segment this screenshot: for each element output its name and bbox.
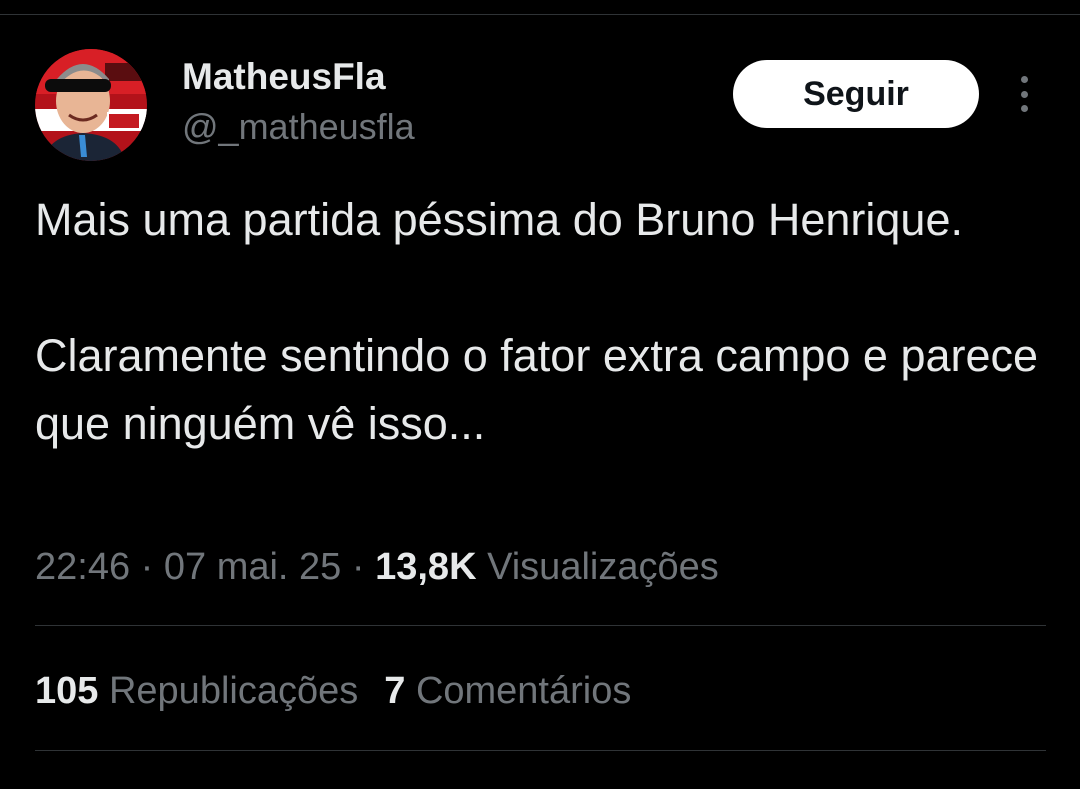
reposts-count: 105 xyxy=(35,670,99,712)
tweet-meta: 22:46 · 07 mai. 25 · 13,8K Visualizações xyxy=(35,543,719,591)
profile-photo-icon xyxy=(35,49,147,161)
tweet-date[interactable]: 07 mai. 25 xyxy=(164,546,341,588)
meta-separator: · xyxy=(341,546,376,588)
views-count: 13,8K xyxy=(375,546,477,588)
reposts-stat[interactable]: 105 Republicações xyxy=(35,670,358,712)
more-dot xyxy=(1020,105,1028,112)
reposts-label: Republicações xyxy=(108,670,359,712)
divider xyxy=(35,625,1046,626)
comments-stat[interactable]: 7 Comentários xyxy=(384,670,631,712)
more-dot xyxy=(1020,76,1028,83)
display-name[interactable]: MatheusFla xyxy=(182,54,386,100)
comments-count: 7 xyxy=(384,670,406,712)
tweet-paragraph: Claramente sentindo o fator extra campo … xyxy=(35,330,1039,449)
views-label: Visualizações xyxy=(487,546,719,588)
more-vertical-icon[interactable] xyxy=(1006,72,1042,116)
follow-button[interactable]: Seguir xyxy=(733,60,979,128)
avatar[interactable] xyxy=(35,49,147,161)
more-dot xyxy=(1020,90,1028,98)
top-divider xyxy=(0,14,1080,15)
tweet-text: Mais uma partida péssima do Bruno Henriq… xyxy=(35,186,1050,458)
comments-label: Comentários xyxy=(415,670,632,712)
divider xyxy=(35,750,1046,751)
tweet-time[interactable]: 22:46 xyxy=(35,546,130,588)
tweet-stats: 105 Republicações 7 Comentários xyxy=(35,667,631,715)
user-handle[interactable]: @_matheusfla xyxy=(182,105,415,149)
meta-separator: · xyxy=(130,546,164,588)
tweet-paragraph: Mais uma partida péssima do Bruno Henriq… xyxy=(35,194,963,245)
